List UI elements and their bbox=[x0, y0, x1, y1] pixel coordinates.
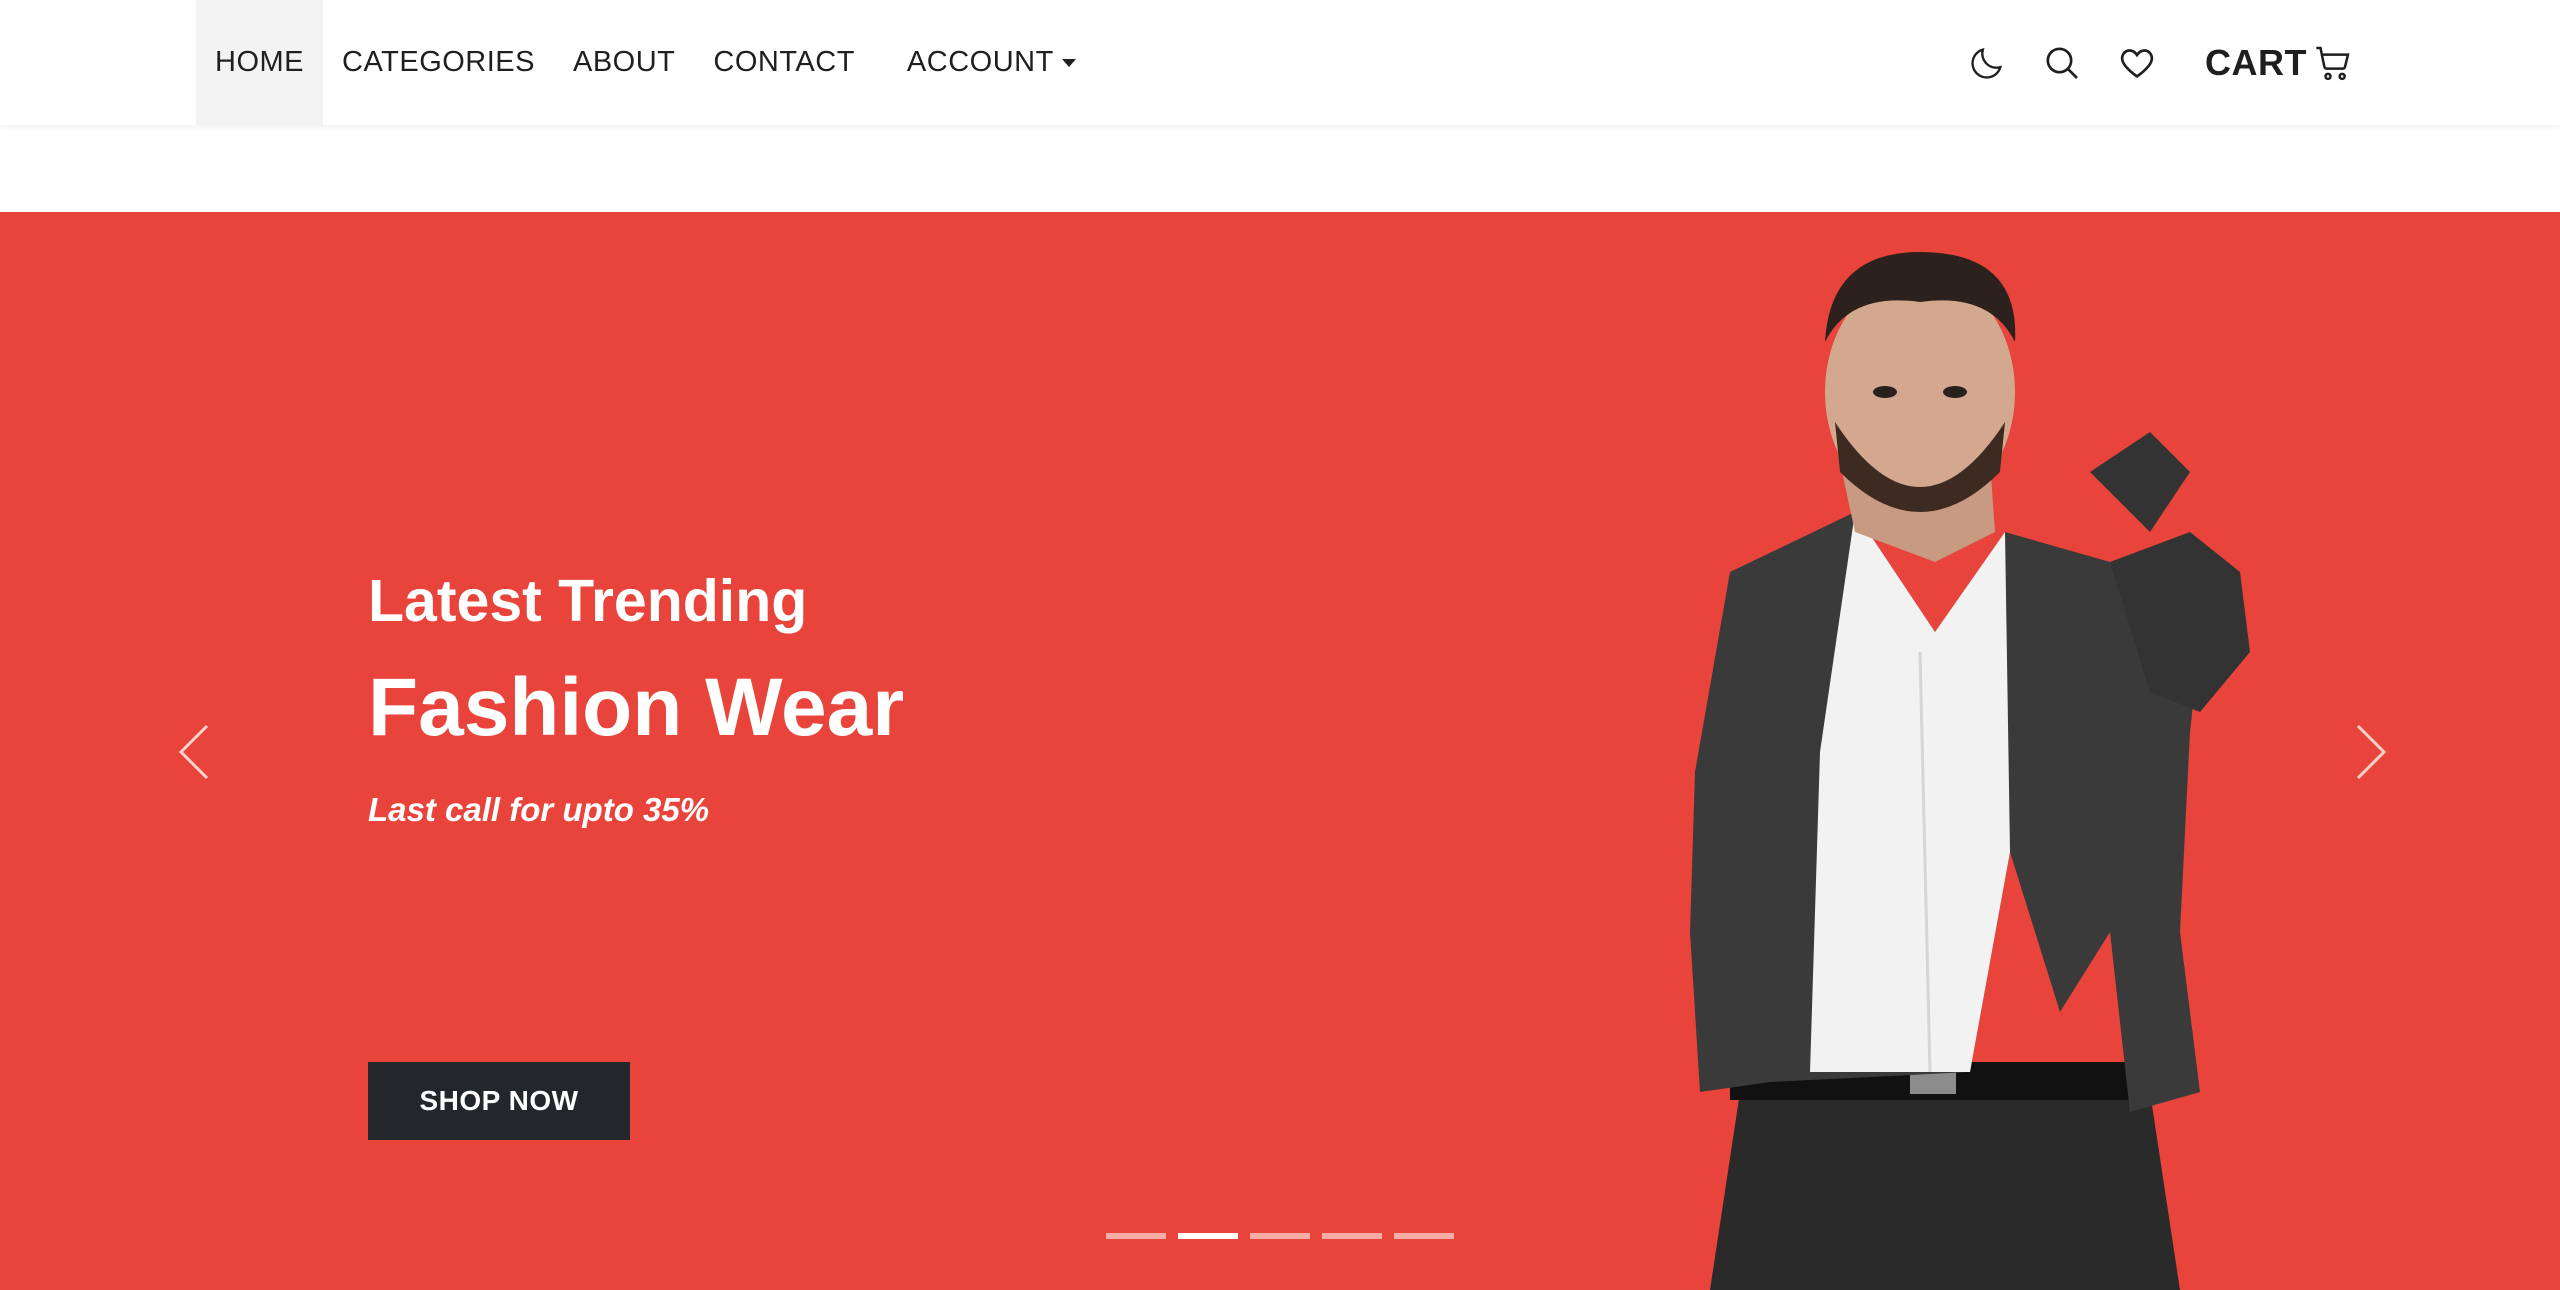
main-nav: HOME CATEGORIES ABOUT CONTACT ACCOUNT bbox=[196, 0, 1095, 125]
nav-about[interactable]: ABOUT bbox=[554, 0, 694, 125]
cart-label: CART bbox=[2205, 41, 2307, 83]
heart-icon[interactable] bbox=[2115, 41, 2159, 85]
hero-subtitle: Latest Trending bbox=[368, 568, 808, 634]
cart-button[interactable]: CART bbox=[2205, 42, 2353, 84]
carousel-next-arrow-icon[interactable] bbox=[2340, 712, 2400, 792]
account-label: ACCOUNT bbox=[906, 46, 1054, 78]
nav-icons: CART bbox=[1965, 0, 2353, 125]
hero-title: Fashion Wear bbox=[368, 662, 905, 753]
hero-model-image bbox=[1690, 252, 2250, 1290]
carousel-prev-arrow-icon[interactable] bbox=[165, 712, 225, 792]
nav-home[interactable]: HOME bbox=[196, 0, 323, 125]
search-icon[interactable] bbox=[2040, 41, 2084, 85]
cart-icon bbox=[2316, 46, 2350, 80]
shop-now-button[interactable]: SHOP NOW bbox=[368, 1062, 630, 1140]
carousel-indicator-3[interactable] bbox=[1250, 1233, 1310, 1239]
carousel-indicator-1[interactable] bbox=[1106, 1233, 1166, 1239]
carousel-indicator-2[interactable] bbox=[1178, 1233, 1238, 1239]
hero-tagline: Last call for upto 35% bbox=[368, 791, 710, 828]
carousel-indicators bbox=[1106, 1233, 1466, 1239]
nav-account-dropdown[interactable]: ACCOUNT bbox=[888, 0, 1095, 125]
carousel-indicator-5[interactable] bbox=[1394, 1233, 1454, 1239]
hero-caption: Latest Trending Fashion Wear Last call f… bbox=[368, 568, 905, 1140]
nav-contact[interactable]: CONTACT bbox=[694, 0, 874, 125]
hero-carousel: Latest Trending Fashion Wear Last call f… bbox=[0, 212, 2560, 1290]
top-navbar: HOME CATEGORIES ABOUT CONTACT ACCOUNT CA… bbox=[0, 0, 2560, 125]
caret-down-icon bbox=[1061, 58, 1076, 67]
carousel-indicator-4[interactable] bbox=[1322, 1233, 1382, 1239]
moon-icon[interactable] bbox=[1965, 41, 2009, 85]
nav-categories[interactable]: CATEGORIES bbox=[323, 0, 554, 125]
